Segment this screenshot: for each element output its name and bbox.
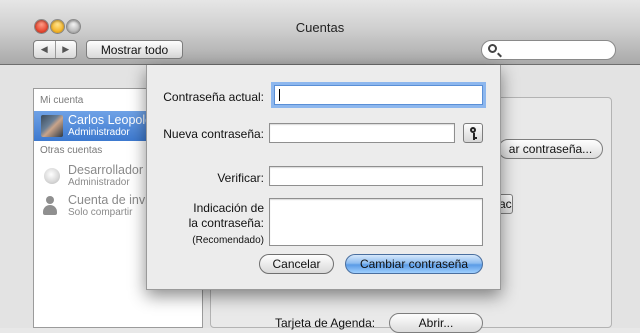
window-toolbar: Cuentas ◀ ▶ Mostrar todo (0, 0, 640, 65)
back-arrow-icon[interactable]: ◀ (34, 41, 55, 58)
search-input[interactable] (481, 40, 616, 60)
account-name: Carlos Leopold (68, 113, 153, 127)
text-caret (279, 89, 280, 101)
current-password-field[interactable] (274, 85, 483, 105)
my-account-header: Mi cuenta (40, 95, 84, 106)
new-password-field[interactable] (269, 123, 455, 143)
forward-arrow-icon[interactable]: ▶ (54, 41, 77, 58)
open-button[interactable]: Abrir... (389, 313, 483, 333)
disc-avatar-icon (44, 168, 60, 184)
cancel-button[interactable]: Cancelar (259, 254, 334, 274)
search-icon (488, 44, 497, 53)
change-password-button[interactable]: ar contraseña... (498, 139, 603, 159)
other-accounts-header: Otras cuentas (40, 145, 103, 156)
password-assistant-key-icon[interactable] (463, 123, 483, 143)
new-password-label: Nueva contraseña: (163, 127, 264, 141)
account-role: Administrador (68, 127, 130, 138)
account-role: Administrador (68, 177, 130, 188)
verify-password-field[interactable] (269, 166, 483, 186)
hint-label-line1: Indicación de (193, 201, 264, 215)
person-icon (41, 195, 63, 217)
verify-label: Verificar: (217, 171, 264, 185)
account-name: Desarrollador (68, 163, 144, 177)
show-all-button[interactable]: Mostrar todo (86, 40, 183, 59)
hint-label-line2: la contraseña: (188, 216, 264, 230)
user-photo-avatar (41, 115, 63, 137)
account-name: Cuenta de invit (68, 193, 152, 207)
change-password-sheet: Contraseña actual: Nueva contraseña: Ver… (146, 65, 501, 290)
account-role: Solo compartir (68, 207, 133, 218)
change-password-confirm-button[interactable]: Cambiar contraseña (345, 254, 483, 274)
current-password-label: Contraseña actual: (163, 90, 264, 104)
back-forward-control: ◀ ▶ (33, 40, 77, 59)
window-title: Cuentas (295, 20, 345, 35)
password-hint-textarea[interactable] (269, 198, 483, 246)
hint-recommended-label: (Recomendado) (192, 235, 264, 246)
